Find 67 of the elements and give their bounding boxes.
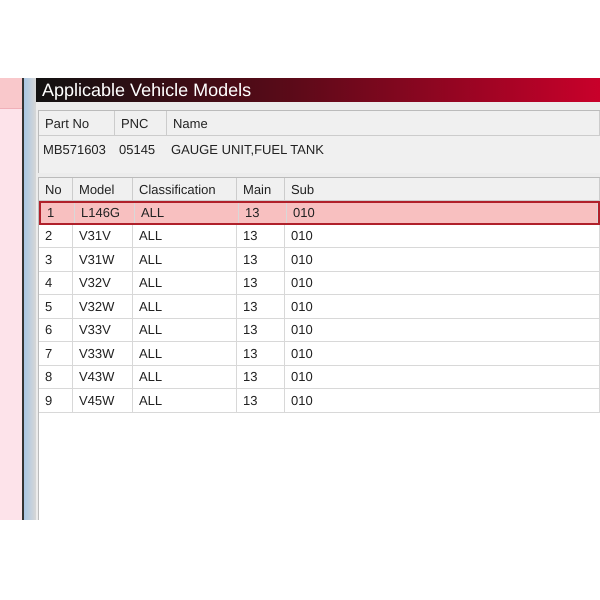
table-row[interactable]: 1 L146G ALL 13 010	[39, 201, 600, 224]
table-cell: 010	[285, 366, 600, 388]
table-cell: 7	[39, 342, 73, 364]
field-value: GAUGE UNIT,FUEL TANK	[170, 142, 325, 156]
table-row[interactable]: 6 V33V ALL 13 010	[39, 318, 600, 342]
table-cell: 010	[285, 318, 600, 341]
table-row[interactable]: 9 V45W ALL 13 010	[39, 389, 600, 412]
table-cell: 4	[39, 272, 73, 294]
column-header[interactable]: No	[39, 178, 73, 200]
column-header[interactable]: Classification	[133, 178, 237, 200]
table-cell: V32V	[73, 272, 133, 294]
table-cell: ALL	[133, 389, 237, 412]
table-cell: 010	[285, 272, 600, 294]
table-cell: ALL	[133, 248, 237, 270]
table-cell: V33V	[73, 318, 133, 341]
table-cell: V31W	[73, 248, 133, 270]
column-header: Part No	[39, 111, 115, 135]
table-cell: L146G	[75, 203, 135, 222]
table-cell: 010	[285, 389, 600, 412]
column-header[interactable]: Sub	[285, 178, 600, 200]
table-cell: 13	[237, 389, 285, 412]
table-cell: 13	[237, 272, 285, 294]
table-cell: 010	[285, 342, 600, 364]
table-cell: 5	[39, 295, 73, 318]
table-cell: 010	[285, 295, 600, 318]
column-header: PNC	[115, 111, 167, 135]
table-cell: V33W	[73, 342, 133, 364]
table-cell: V43W	[73, 366, 133, 388]
table-cell: 13	[237, 295, 285, 318]
table-row[interactable]: 7 V33W ALL 13 010	[39, 342, 600, 366]
table-cell: 010	[285, 224, 600, 247]
table-cell: 13	[237, 248, 285, 270]
table-cell: 13	[237, 318, 285, 341]
table-cell: 13	[237, 224, 285, 247]
window-title: Applicable Vehicle Models	[36, 78, 600, 102]
table-cell: ALL	[133, 272, 237, 294]
table-cell: ALL	[133, 366, 237, 388]
table-row[interactable]: 2 V31V ALL 13 010	[39, 224, 600, 248]
table-cell: 13	[239, 203, 287, 222]
table-cell: 8	[39, 366, 73, 388]
table-row[interactable]: 3 V31W ALL 13 010	[39, 248, 600, 272]
field-value: 05145	[118, 142, 156, 156]
table-cell: 010	[285, 248, 600, 270]
table-cell: 9	[39, 389, 73, 412]
panel-header	[0, 78, 22, 109]
table-cell: ALL	[133, 342, 237, 364]
table-cell: 13	[237, 366, 285, 388]
field-value: MB571603	[42, 142, 107, 156]
table-cell: V31V	[73, 224, 133, 247]
column-header[interactable]: Main	[237, 178, 285, 200]
column-header: Name	[167, 111, 600, 135]
table-cell: V32W	[73, 295, 133, 318]
table-cell: 1	[41, 203, 75, 222]
table-cell: ALL	[133, 318, 237, 341]
table-cell: 6	[39, 318, 73, 341]
table-cell: ALL	[133, 295, 237, 318]
table-cell: ALL	[133, 224, 237, 247]
table-cell: ALL	[135, 203, 239, 222]
table-cell: V45W	[73, 389, 133, 412]
table-row[interactable]: 4 V32V ALL 13 010	[39, 272, 600, 295]
table-cell: 2	[39, 224, 73, 247]
table-row[interactable]: 5 V32W ALL 13 010	[39, 295, 600, 318]
table-cell: 13	[237, 342, 285, 364]
column-header[interactable]: Model	[73, 178, 133, 200]
table-cell: 3	[39, 248, 73, 270]
table-cell: 010	[287, 203, 598, 222]
table-row[interactable]: 8 V43W ALL 13 010	[39, 366, 600, 389]
